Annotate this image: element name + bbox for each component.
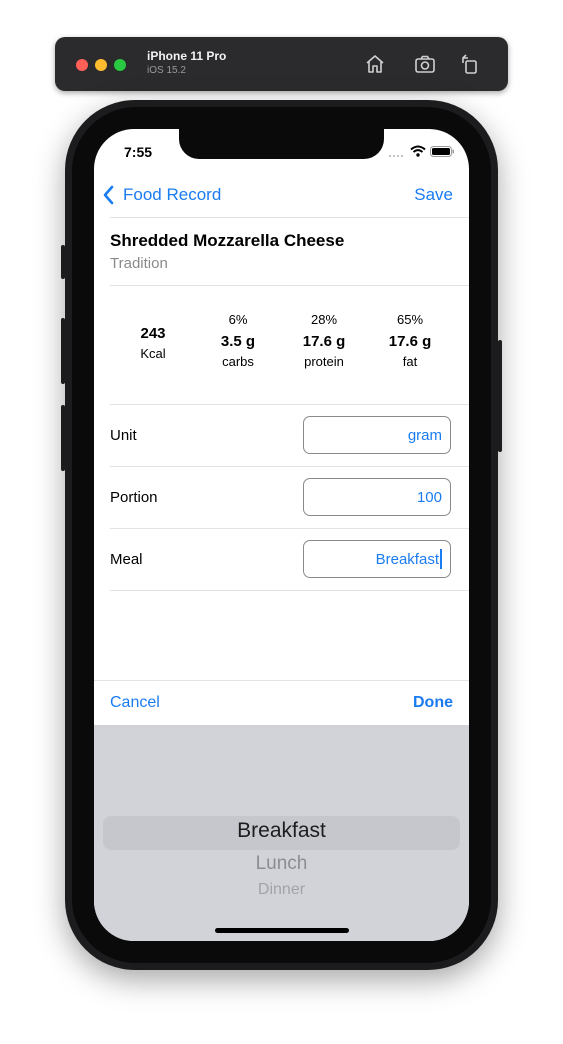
meal-picker[interactable]: Breakfast Lunch Dinner bbox=[94, 725, 469, 941]
divider bbox=[110, 404, 469, 405]
carbs-percent: 6% bbox=[228, 312, 248, 327]
text-cursor bbox=[440, 549, 442, 569]
meal-value: Breakfast bbox=[375, 551, 439, 568]
home-icon[interactable] bbox=[363, 52, 387, 76]
carbs-stat: 6% 3.5 g carbs bbox=[194, 312, 282, 369]
simulator-toolbar: iPhone 11 Pro iOS 15.2 bbox=[55, 37, 508, 91]
chevron-left-icon bbox=[103, 185, 114, 205]
carbs-label: carbs bbox=[222, 354, 254, 369]
divider bbox=[110, 590, 469, 591]
portion-field[interactable]: 100 bbox=[303, 478, 451, 516]
protein-stat: 28% 17.6 g protein bbox=[280, 312, 368, 369]
kcal-value: 243 bbox=[140, 325, 166, 342]
screenshot-icon[interactable] bbox=[413, 52, 437, 76]
protein-label: protein bbox=[304, 354, 344, 369]
unit-value: gram bbox=[407, 427, 442, 444]
battery-icon bbox=[430, 146, 454, 157]
back-button-label: Food Record bbox=[123, 185, 222, 204]
divider bbox=[110, 217, 469, 218]
fat-percent: 65% bbox=[396, 312, 424, 327]
food-brand: Tradition bbox=[110, 255, 168, 272]
mute-switch bbox=[61, 245, 65, 279]
os-version: iOS 15.2 bbox=[147, 65, 186, 76]
device-name: iPhone 11 Pro bbox=[147, 49, 227, 63]
status-time: 7:55 bbox=[124, 144, 153, 160]
carbs-value: 3.5 g bbox=[220, 333, 256, 350]
back-button[interactable]: Food Record bbox=[102, 185, 221, 205]
unit-label: Unit bbox=[110, 427, 137, 444]
home-indicator[interactable] bbox=[215, 928, 349, 933]
divider bbox=[110, 466, 469, 467]
meal-label: Meal bbox=[110, 551, 143, 568]
meal-field[interactable]: Breakfast bbox=[303, 540, 451, 578]
divider bbox=[110, 528, 469, 529]
fat-stat: 65% 17.6 g fat bbox=[366, 312, 454, 369]
volume-down-button bbox=[61, 405, 65, 471]
portion-value: 100 bbox=[416, 489, 442, 506]
divider bbox=[110, 285, 469, 286]
volume-up-button bbox=[61, 318, 65, 384]
close-window-button[interactable] bbox=[76, 59, 88, 71]
signal-icon bbox=[389, 155, 403, 157]
kcal-stat: 243 Kcal bbox=[109, 325, 197, 361]
fat-value: 17.6 g bbox=[388, 333, 432, 350]
protein-value: 17.6 g bbox=[302, 333, 346, 350]
fat-label: fat bbox=[402, 354, 418, 369]
unit-field[interactable]: gram bbox=[303, 416, 451, 454]
portion-label: Portion bbox=[110, 489, 158, 506]
power-button bbox=[498, 340, 502, 452]
save-button[interactable]: Save bbox=[414, 185, 453, 205]
zoom-window-button[interactable] bbox=[114, 59, 126, 71]
notch bbox=[179, 129, 384, 159]
rotate-icon[interactable] bbox=[458, 52, 482, 76]
picker-option-breakfast[interactable]: Breakfast bbox=[94, 819, 469, 843]
phone-screen: 7:55 Food Record Save Shredded Mozzarell… bbox=[94, 129, 469, 941]
picker-option-lunch[interactable]: Lunch bbox=[94, 853, 469, 875]
cancel-button[interactable]: Cancel bbox=[110, 694, 160, 712]
kcal-label: Kcal bbox=[140, 346, 166, 361]
picker-option-dinner[interactable]: Dinner bbox=[94, 881, 469, 899]
food-name: Shredded Mozzarella Cheese bbox=[110, 231, 345, 250]
wifi-icon bbox=[410, 145, 426, 157]
done-button[interactable]: Done bbox=[413, 694, 453, 712]
protein-percent: 28% bbox=[310, 312, 338, 327]
picker-toolbar: Cancel Done bbox=[94, 680, 469, 726]
minimize-window-button[interactable] bbox=[95, 59, 107, 71]
